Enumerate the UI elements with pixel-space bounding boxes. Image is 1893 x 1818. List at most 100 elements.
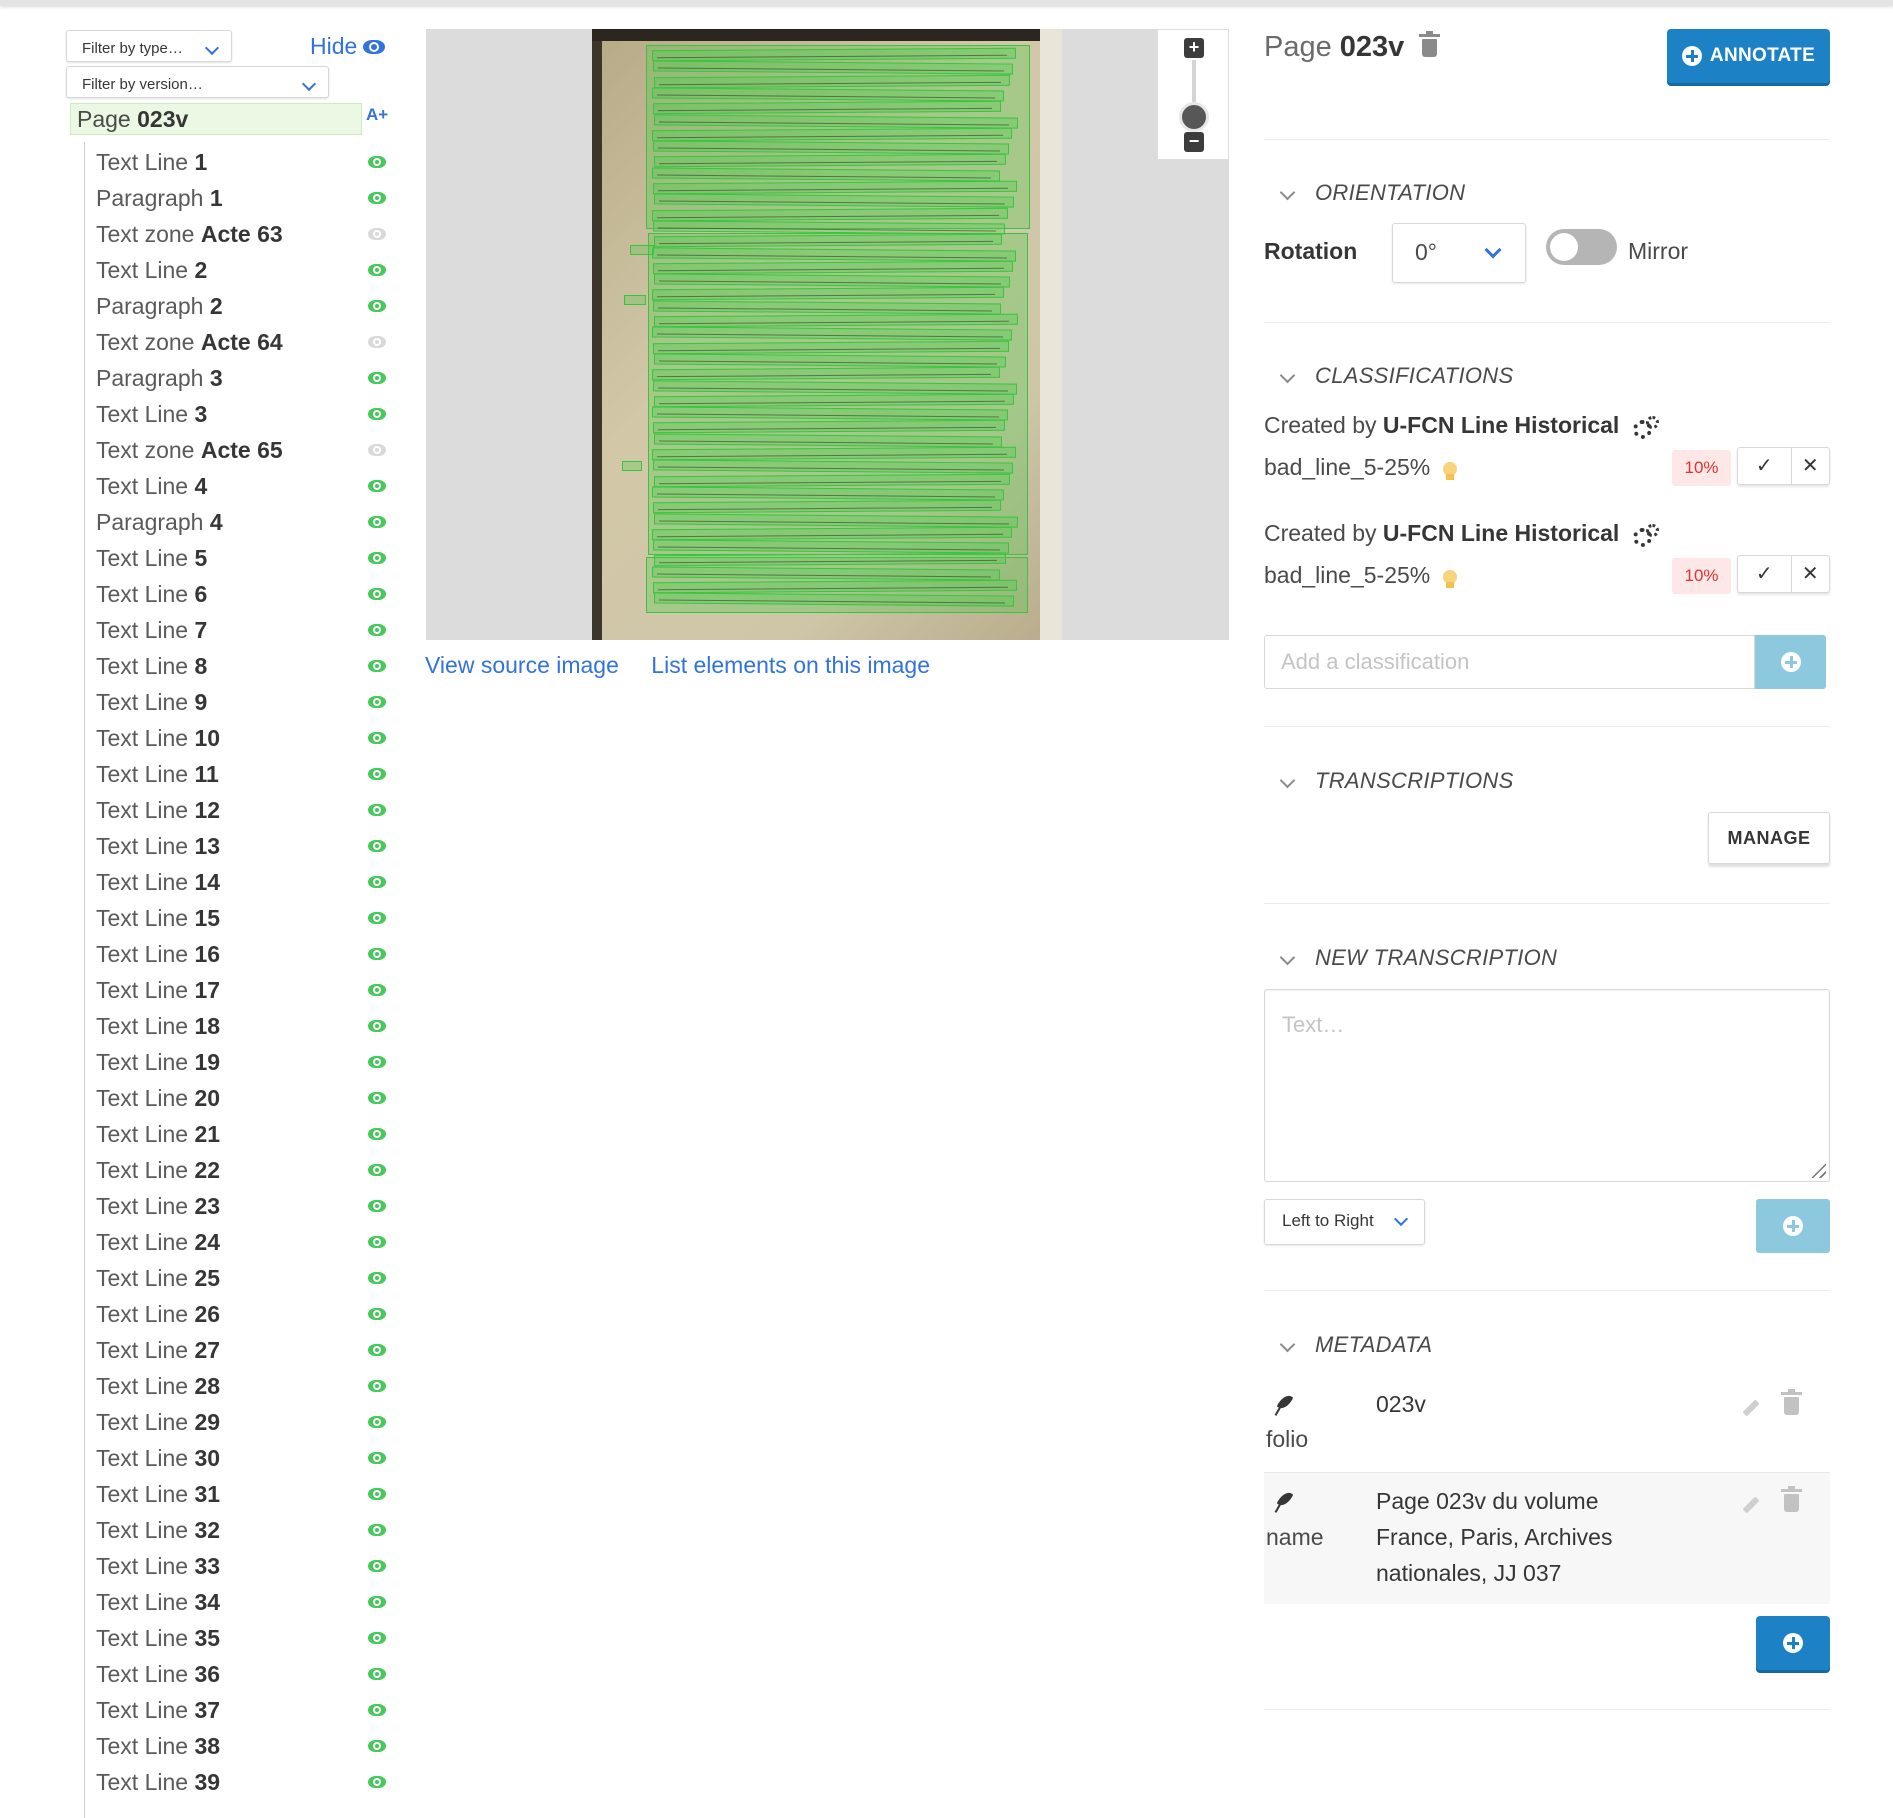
tree-element-item[interactable]: Text Line 4 [96, 468, 386, 504]
tree-element-item[interactable]: Text Line 39 [96, 1764, 386, 1800]
tree-element-item[interactable]: Text Line 3 [96, 396, 386, 432]
eye-icon[interactable] [368, 1164, 386, 1176]
tree-element-item[interactable]: Text Line 35 [96, 1620, 386, 1656]
tree-element-item[interactable]: Paragraph 1 [96, 180, 386, 216]
eye-icon[interactable] [368, 408, 386, 420]
manuscript-image[interactable] [592, 29, 1062, 640]
text-line-overlay[interactable] [652, 340, 1010, 354]
tree-element-item[interactable]: Text Line 24 [96, 1224, 386, 1260]
annotate-button[interactable]: ANNOTATE [1667, 29, 1830, 83]
tree-element-item[interactable]: Text Line 16 [96, 936, 386, 972]
eye-icon[interactable] [368, 480, 386, 492]
tree-element-item[interactable]: Text Line 19 [96, 1044, 386, 1080]
tree-element-item[interactable]: Text Line 5 [96, 540, 386, 576]
view-source-image-link[interactable]: View source image [425, 652, 619, 678]
text-line-overlay[interactable] [653, 393, 1015, 408]
eye-icon[interactable] [368, 1488, 386, 1500]
tree-element-item[interactable]: Text Line 6 [96, 576, 386, 612]
validate-classification-button[interactable]: ✓ [1738, 556, 1792, 592]
tree-element-item[interactable]: Text Line 34 [96, 1584, 386, 1620]
eye-icon[interactable] [368, 192, 386, 204]
eye-icon[interactable] [368, 1776, 386, 1788]
eye-hidden-icon[interactable] [368, 228, 386, 240]
eye-icon[interactable] [368, 660, 386, 672]
tree-element-item[interactable]: Text Line 30 [96, 1440, 386, 1476]
sort-button[interactable]: A+ [366, 105, 388, 125]
eye-icon[interactable] [368, 1560, 386, 1572]
zoom-slider-handle[interactable] [1179, 102, 1209, 132]
tree-element-item[interactable]: Text Line 7 [96, 612, 386, 648]
eye-icon[interactable] [368, 948, 386, 960]
manage-transcriptions-button[interactable]: MANAGE [1708, 812, 1830, 864]
eye-hidden-icon[interactable] [368, 336, 386, 348]
eye-icon[interactable] [368, 1632, 386, 1644]
tree-element-item[interactable]: Text Line 22 [96, 1152, 386, 1188]
tree-element-item[interactable]: Text Line 14 [96, 864, 386, 900]
delete-metadata-icon[interactable] [1781, 1389, 1802, 1415]
eye-icon[interactable] [368, 1128, 386, 1140]
tree-element-item[interactable]: Text Line 15 [96, 900, 386, 936]
eye-icon[interactable] [368, 1668, 386, 1680]
tree-element-item[interactable]: Text Line 29 [96, 1404, 386, 1440]
filter-by-version-select[interactable]: Filter by version… [66, 66, 329, 98]
validate-classification-button[interactable]: ✓ [1738, 448, 1792, 484]
tree-element-item[interactable]: Text Line 37 [96, 1692, 386, 1728]
eye-icon[interactable] [368, 1524, 386, 1536]
tree-element-item[interactable]: Text Line 9 [96, 684, 386, 720]
image-viewer[interactable]: + − [426, 29, 1229, 640]
add-metadata-button[interactable] [1756, 1616, 1830, 1670]
eye-icon[interactable] [368, 912, 386, 924]
eye-icon[interactable] [368, 984, 386, 996]
eye-icon[interactable] [368, 300, 386, 312]
eye-icon[interactable] [368, 552, 386, 564]
text-line-overlay[interactable] [653, 74, 1011, 88]
edit-metadata-icon[interactable] [1742, 1496, 1760, 1514]
eye-icon[interactable] [368, 156, 386, 168]
eye-icon[interactable] [368, 1308, 386, 1320]
tree-element-item[interactable]: Text Line 23 [96, 1188, 386, 1224]
transcriptions-header[interactable]: TRANSCRIPTIONS [1274, 768, 1514, 794]
delete-metadata-icon[interactable] [1781, 1486, 1802, 1512]
eye-icon[interactable] [368, 804, 386, 816]
eye-icon[interactable] [368, 1236, 386, 1248]
classifications-header[interactable]: CLASSIFICATIONS [1274, 363, 1513, 389]
eye-icon[interactable] [368, 1704, 386, 1716]
tree-element-item[interactable]: Text Line 8 [96, 648, 386, 684]
tree-element-item[interactable]: Text Line 26 [96, 1296, 386, 1332]
tree-element-item[interactable]: Text zone Acte 64 [96, 324, 386, 360]
add-classification-button[interactable] [1755, 635, 1826, 689]
tree-element-item[interactable]: Text Line 32 [96, 1512, 386, 1548]
text-line-overlay[interactable] [651, 526, 1013, 541]
list-elements-link[interactable]: List elements on this image [651, 652, 930, 678]
eye-icon[interactable] [368, 696, 386, 708]
eye-icon[interactable] [368, 1272, 386, 1284]
margin-note-overlay[interactable] [622, 461, 642, 471]
eye-icon[interactable] [368, 516, 386, 528]
zoom-in-button[interactable]: + [1184, 38, 1204, 58]
eye-icon[interactable] [368, 1200, 386, 1212]
new-transcription-header[interactable]: NEW TRANSCRIPTION [1274, 945, 1557, 971]
text-direction-select[interactable]: Left to Right [1264, 1199, 1425, 1245]
tree-element-item[interactable]: Text Line 21 [96, 1116, 386, 1152]
tree-element-item[interactable]: Text Line 10 [96, 720, 386, 756]
eye-icon[interactable] [368, 1740, 386, 1752]
tree-element-item[interactable]: Paragraph 4 [96, 504, 386, 540]
eye-icon[interactable] [368, 1380, 386, 1392]
eye-icon[interactable] [368, 768, 386, 780]
tree-element-item[interactable]: Text Line 17 [96, 972, 386, 1008]
edit-metadata-icon[interactable] [1742, 1399, 1760, 1417]
eye-icon[interactable] [368, 1416, 386, 1428]
tree-element-item[interactable]: Text Line 31 [96, 1476, 386, 1512]
reject-classification-button[interactable]: ✕ [1792, 556, 1830, 592]
zoom-out-button[interactable]: − [1184, 132, 1204, 152]
orientation-header[interactable]: ORIENTATION [1274, 180, 1465, 206]
text-line-overlay[interactable] [653, 473, 1011, 487]
tree-element-item[interactable]: Text Line 12 [96, 792, 386, 828]
tree-element-item[interactable]: Text zone Acte 65 [96, 432, 386, 468]
tree-element-item[interactable]: Text Line 25 [96, 1260, 386, 1296]
text-line-overlay[interactable] [652, 260, 1014, 275]
eye-icon[interactable] [368, 588, 386, 600]
eye-icon[interactable] [368, 732, 386, 744]
eye-icon[interactable] [368, 1596, 386, 1608]
tree-element-item[interactable]: Text Line 28 [96, 1368, 386, 1404]
